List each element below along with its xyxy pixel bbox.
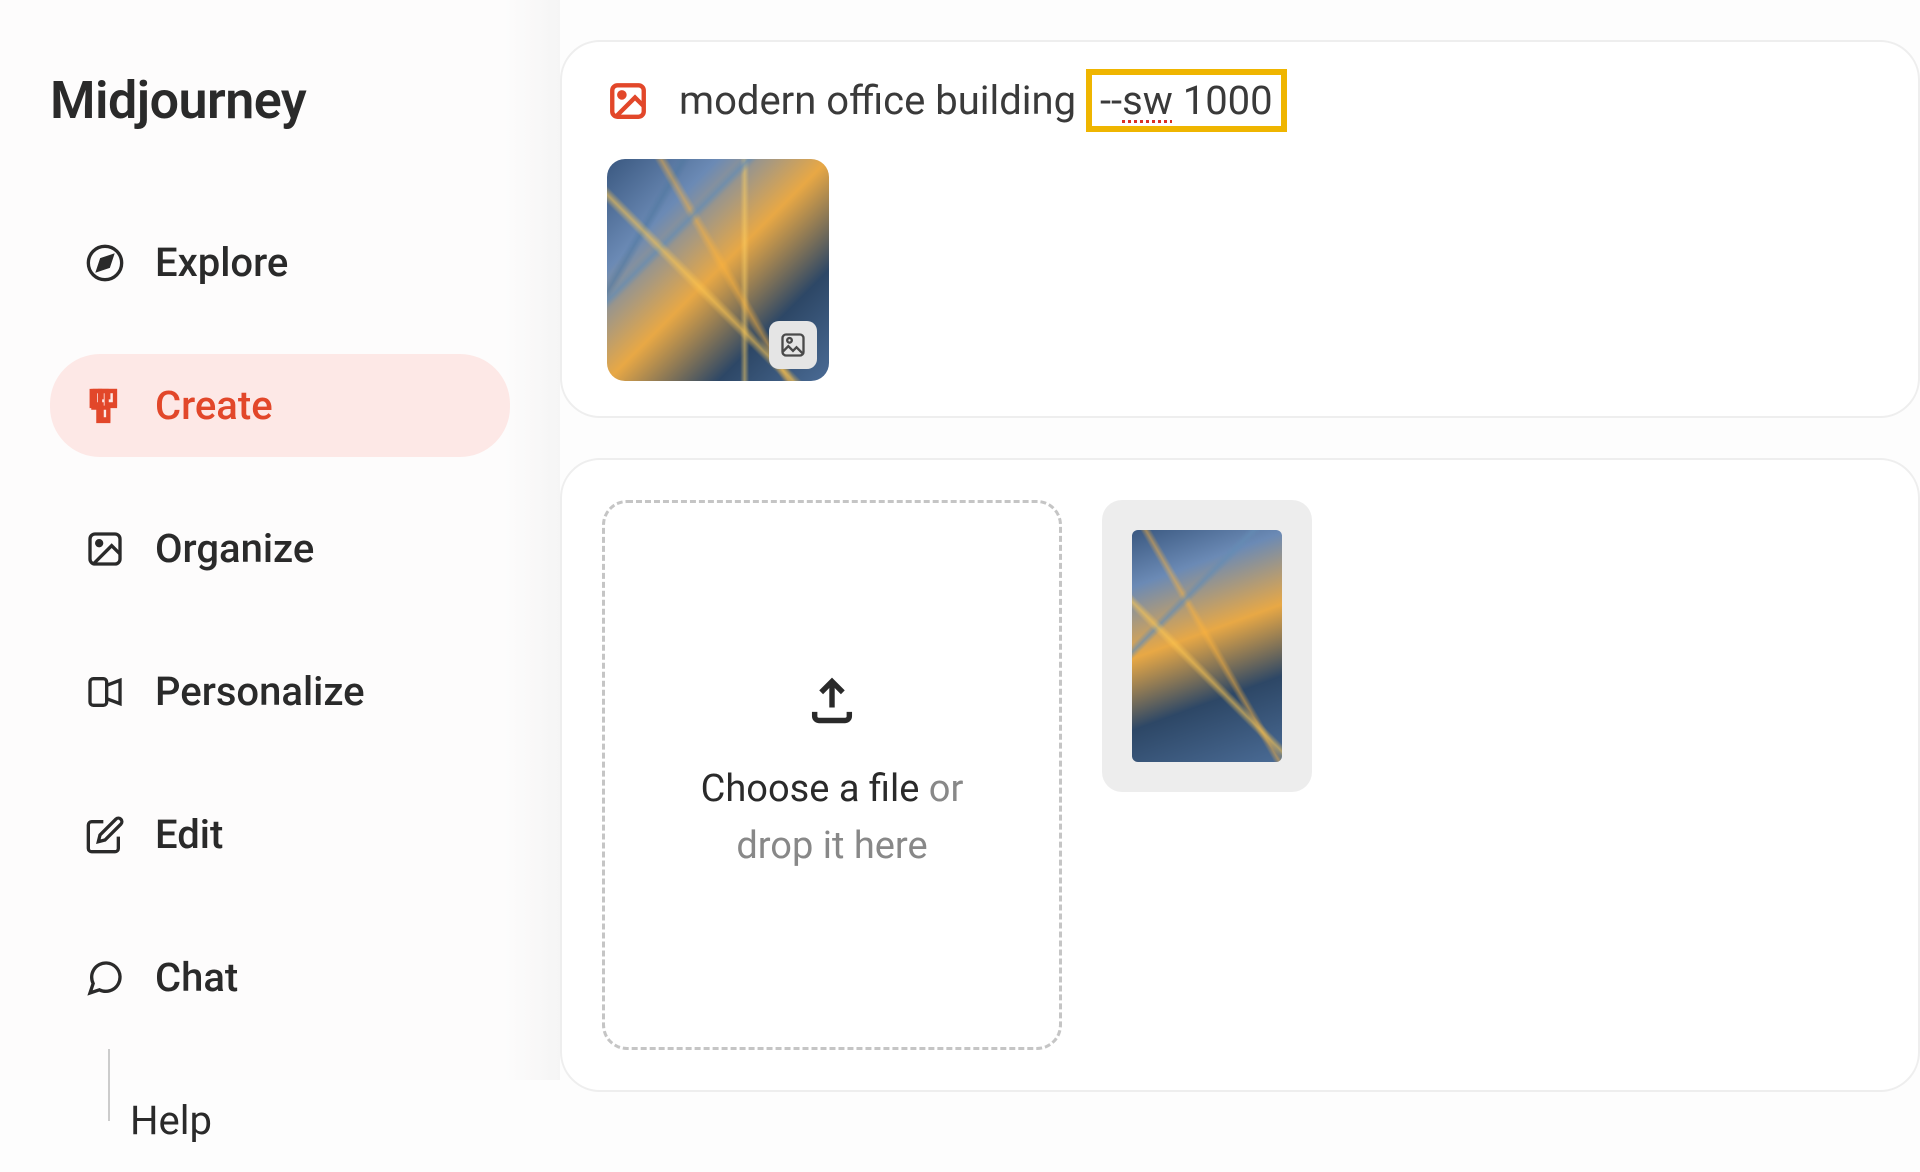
image-reference-icon[interactable] <box>607 80 649 122</box>
sidebar-item-label: Chat <box>155 954 238 1001</box>
sidebar-item-explore[interactable]: Explore <box>50 211 510 314</box>
compass-icon <box>85 243 125 283</box>
prompt-row: modern office building --sw 1000 <box>607 77 1873 124</box>
sidebar-item-label: Explore <box>155 239 288 286</box>
highlighted-parameter: --sw 1000 <box>1086 69 1287 132</box>
prompt-card: modern office building --sw 1000 <box>560 40 1920 418</box>
brush-icon <box>85 386 125 426</box>
upload-card: Choose a file or drop it here <box>560 458 1920 1092</box>
main-content: modern office building --sw 1000 <box>560 0 1920 1080</box>
image-icon <box>85 529 125 569</box>
sidebar-item-edit[interactable]: Edit <box>50 783 510 886</box>
sidebar-item-label: Organize <box>155 525 314 572</box>
sidebar-item-organize[interactable]: Organize <box>50 497 510 600</box>
upload-icon <box>806 675 858 731</box>
sidebar-subitem-help[interactable]: Help <box>50 1069 510 1172</box>
sidebar-item-label: Edit <box>155 811 223 858</box>
uploaded-reference-thumbnail <box>1132 530 1282 762</box>
sidebar-subitem-label: Help <box>130 1097 212 1144</box>
sidebar-item-chat[interactable]: Chat <box>50 926 510 1029</box>
reference-thumbnail[interactable] <box>607 159 829 381</box>
sidebar-item-label: Create <box>155 382 273 429</box>
chat-bubbles-icon <box>85 958 125 998</box>
shapes-icon <box>85 672 125 712</box>
uploaded-reference-container[interactable] <box>1102 500 1312 792</box>
app-logo: Midjourney <box>50 70 510 131</box>
dropzone-text-main: Choose a file <box>701 767 920 811</box>
dropzone-text: Choose a file or drop it here <box>701 761 964 875</box>
dropzone-text-drop: drop it here <box>736 824 927 868</box>
pencil-square-icon <box>85 815 125 855</box>
file-dropzone[interactable]: Choose a file or drop it here <box>602 500 1062 1050</box>
prompt-input[interactable]: modern office building --sw 1000 <box>679 77 1287 124</box>
sidebar-item-label: Personalize <box>155 668 365 715</box>
sidebar-item-personalize[interactable]: Personalize <box>50 640 510 743</box>
prompt-text-prefix: modern office building <box>679 77 1086 124</box>
dropzone-text-or: or <box>919 767 963 811</box>
sidebar-item-create[interactable]: Create <box>50 354 510 457</box>
sidebar: Midjourney Explore Create <box>0 0 560 1080</box>
thumbnail-type-badge[interactable] <box>769 321 817 369</box>
